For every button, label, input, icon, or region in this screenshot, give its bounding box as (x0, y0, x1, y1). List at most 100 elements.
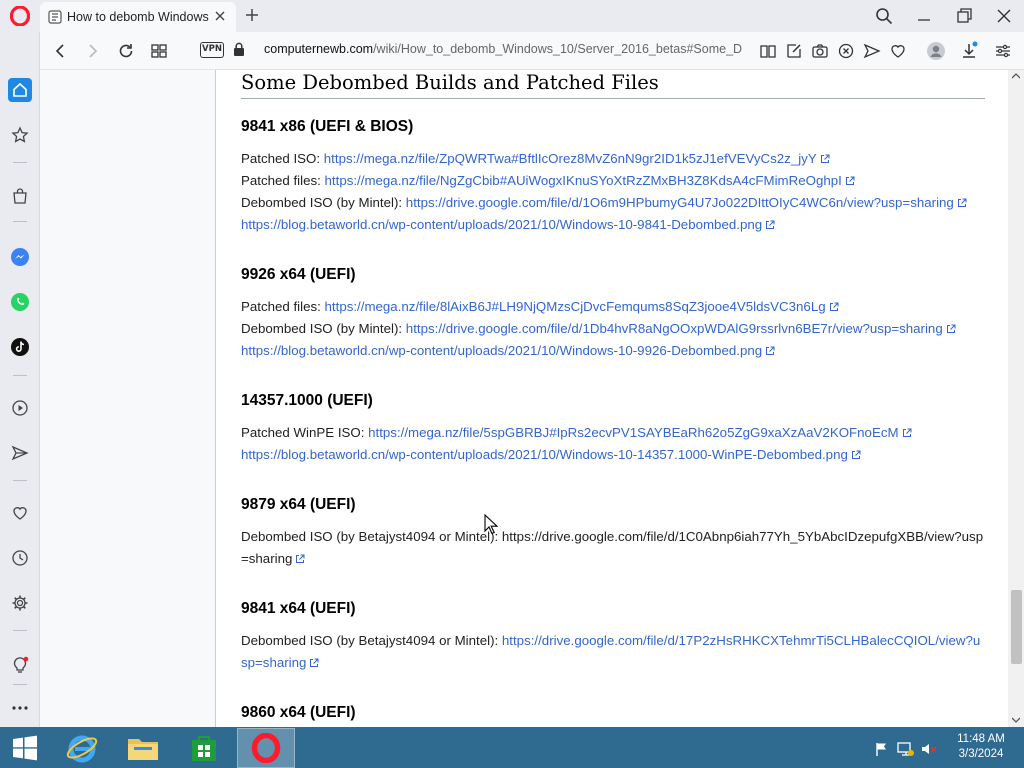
address-toolbar: VPN computernewb.com/wiki/How_to_debomb_… (40, 32, 1024, 70)
section-heading: Some Debombed Builds and Patched Files (241, 71, 985, 99)
build-file-line: https://blog.betaworld.cn/wp-content/upl… (241, 340, 985, 362)
heart-icon[interactable] (8, 501, 32, 525)
send-icon[interactable] (8, 441, 32, 465)
snapshot-icon[interactable] (810, 41, 830, 61)
link-text: https://drive.google.com/file/d/1O6m9HPb… (405, 195, 954, 210)
external-link[interactable]: https://drive.google.com/file/d/1O6m9HPb… (406, 195, 967, 210)
scroll-down-icon[interactable] (1012, 717, 1020, 723)
build-section: 9841 x86 (UEFI & BIOS) Patched ISO: https… (241, 117, 985, 236)
build-heading: 9860 x64 (UEFI) (241, 704, 356, 721)
external-link-icon (851, 450, 861, 459)
messenger-icon[interactable] (8, 245, 32, 269)
restore-icon[interactable] (954, 6, 974, 26)
player-icon[interactable] (8, 396, 32, 420)
build-file-line: https://blog.betaworld.cn/wp-content/upl… (241, 214, 985, 236)
store-icon[interactable] (175, 728, 233, 768)
tabs-grid-icon[interactable] (149, 41, 169, 61)
build-file-line: Debombed ISO (by Betajyst4094 or Mintel)… (241, 630, 985, 674)
build-file-line: Patched ISO: https://mega.nz/file/ZpQWRT… (241, 148, 985, 170)
external-link[interactable]: https://mega.nz/file/8lAixB6J#LH9NjQMzsC… (325, 299, 839, 314)
edit-icon[interactable] (784, 41, 804, 61)
file-label: Patched ISO: (241, 151, 324, 166)
adblock-icon[interactable] (836, 41, 856, 61)
external-link-icon (766, 346, 775, 355)
external-link-icon (957, 198, 967, 207)
close-tab-icon[interactable] (212, 8, 228, 24)
external-link-icon (946, 324, 956, 333)
active-tab[interactable]: How to debomb Windows (40, 2, 236, 32)
external-link[interactable]: https://mega.nz/file/5spGBRBJ#IpRs2ecvPV… (368, 425, 912, 440)
bulb-icon[interactable] (8, 653, 32, 677)
opera-icon[interactable] (237, 728, 295, 768)
system-clock[interactable]: 11:48 AM 3/3/2024 (946, 732, 1016, 762)
address-bar[interactable]: computernewb.com/wiki/How_to_debomb_Wind… (264, 42, 749, 56)
action-center-flag-icon[interactable] (874, 741, 890, 757)
speed-dial-icon[interactable] (8, 123, 32, 147)
opera-sidebar (0, 32, 40, 727)
forward-icon[interactable] (83, 41, 103, 61)
build-section: 9879 x64 (UEFI) Debombed ISO (by Betajyst… (241, 495, 985, 570)
lock-icon[interactable] (233, 42, 245, 56)
external-link[interactable]: https://blog.betaworld.cn/wp-content/upl… (241, 343, 775, 358)
minimize-icon[interactable] (914, 6, 934, 26)
windows-taskbar: 11:48 AM 3/3/2024 (0, 727, 1024, 768)
history-icon[interactable] (8, 546, 32, 570)
external-link[interactable] (292, 551, 305, 566)
build-section: 14357.1000 (UEFI) Patched WinPE ISO: http… (241, 391, 985, 466)
external-link[interactable]: https://mega.nz/file/NgZgCbib#AUiWogxIKn… (325, 173, 855, 188)
reader-icon[interactable] (758, 41, 778, 61)
scroll-up-icon[interactable] (1012, 73, 1020, 79)
volume-muted-icon[interactable] (920, 741, 938, 757)
settings-icon[interactable] (8, 591, 32, 615)
clock-time: 11:48 AM (957, 733, 1005, 745)
send-icon[interactable] (862, 41, 882, 61)
build-file-line: Patched files: https://mega.nz/file/8lAi… (241, 296, 985, 318)
url-domain: computernewb.com (264, 42, 374, 56)
build-file-line: Patched files: https://mega.nz/file/NgZg… (241, 170, 985, 192)
tiktok-icon[interactable] (8, 335, 32, 359)
external-link-icon (902, 428, 912, 437)
internet-explorer-icon[interactable] (53, 728, 111, 768)
build-file-line: https://blog.betaworld.cn/wp-content/upl… (241, 444, 985, 466)
mouse-cursor-icon (484, 514, 498, 535)
link-text: https://mega.nz/file/5spGBRBJ#IpRs2ecvPV… (368, 425, 899, 440)
build-heading: 14357.1000 (UEFI) (241, 392, 373, 409)
network-icon[interactable] (897, 741, 915, 757)
new-tab-icon[interactable] (243, 6, 261, 24)
build-section: 9841 x64 (UEFI) Debombed ISO (by Betajyst… (241, 599, 985, 674)
url-path: /wiki/How_to_debomb_Windows_10/Server_20… (373, 42, 743, 56)
external-link[interactable]: https://drive.google.com/file/d/1Db4hvR8… (406, 321, 956, 336)
reload-icon[interactable] (116, 41, 136, 61)
file-label: Debombed ISO (by Mintel): (241, 195, 406, 210)
external-link[interactable]: https://blog.betaworld.cn/wp-content/upl… (241, 217, 775, 232)
start-button[interactable] (0, 728, 50, 768)
more-icon[interactable] (8, 696, 32, 720)
opera-menu-icon[interactable] (0, 0, 40, 32)
back-icon[interactable] (50, 41, 70, 61)
external-link[interactable]: https://blog.betaworld.cn/wp-content/upl… (241, 447, 861, 462)
bookmark-heart-icon[interactable] (888, 41, 908, 61)
home-icon[interactable] (8, 78, 32, 102)
whatsapp-icon[interactable] (8, 290, 32, 314)
close-window-icon[interactable] (994, 6, 1014, 26)
external-link-icon (310, 658, 319, 667)
tab-title: How to debomb Windows (67, 10, 209, 24)
vpn-badge[interactable]: VPN (200, 42, 224, 58)
external-link[interactable]: https://mega.nz/file/ZpQWRTwa#BftlIcOrez… (324, 151, 830, 166)
page-scrollbar[interactable] (1008, 70, 1024, 727)
build-heading: 9841 x86 (UEFI & BIOS) (241, 118, 414, 135)
scrollbar-thumb[interactable] (1011, 590, 1022, 664)
search-tabs-icon[interactable] (874, 6, 894, 26)
file-label: Patched files: (241, 173, 325, 188)
file-explorer-icon[interactable] (114, 728, 172, 768)
file-label: Debombed ISO (by Betajyst4094 or Mintel)… (241, 633, 502, 648)
build-file-line: Patched WinPE ISO: https://mega.nz/file/… (241, 422, 985, 444)
link-text: https://blog.betaworld.cn/wp-content/upl… (241, 343, 763, 358)
build-section: 9860 x64 (UEFI) (241, 703, 985, 723)
downloads-icon[interactable] (959, 41, 979, 61)
profile-avatar-icon[interactable] (926, 41, 946, 61)
build-heading: 9841 x64 (UEFI) (241, 600, 356, 617)
build-file-line: Debombed ISO (by Betajyst4094 or Mintel)… (241, 526, 985, 570)
shopping-icon[interactable] (8, 184, 32, 208)
easy-setup-icon[interactable] (993, 41, 1013, 61)
